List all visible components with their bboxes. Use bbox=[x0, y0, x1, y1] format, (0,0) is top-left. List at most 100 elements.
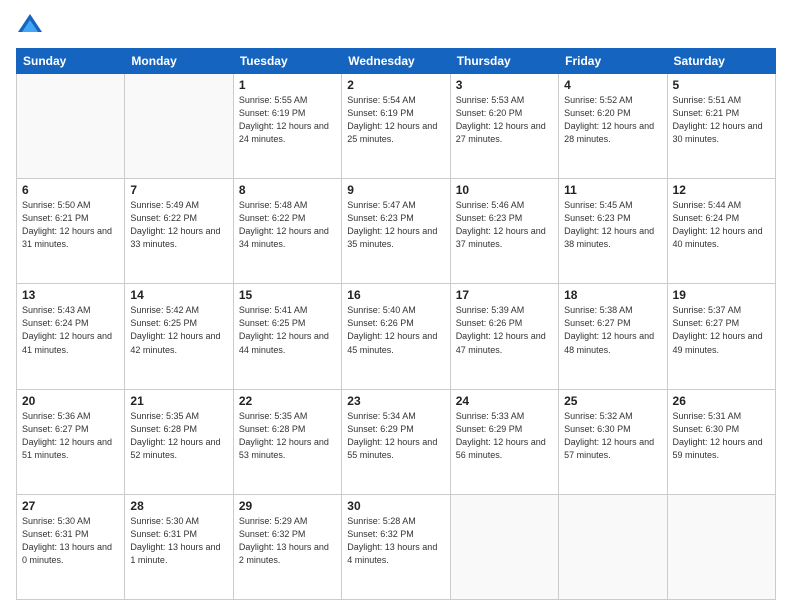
day-number: 3 bbox=[456, 78, 553, 92]
logo bbox=[16, 12, 48, 40]
day-number: 6 bbox=[22, 183, 119, 197]
day-info: Sunrise: 5:33 AMSunset: 6:29 PMDaylight:… bbox=[456, 410, 553, 462]
day-number: 14 bbox=[130, 288, 227, 302]
day-number: 18 bbox=[564, 288, 661, 302]
day-number: 24 bbox=[456, 394, 553, 408]
day-info: Sunrise: 5:30 AMSunset: 6:31 PMDaylight:… bbox=[22, 515, 119, 567]
calendar-cell: 20 Sunrise: 5:36 AMSunset: 6:27 PMDayligh… bbox=[17, 389, 125, 494]
day-info: Sunrise: 5:35 AMSunset: 6:28 PMDaylight:… bbox=[130, 410, 227, 462]
calendar-cell: 18 Sunrise: 5:38 AMSunset: 6:27 PMDayligh… bbox=[559, 284, 667, 389]
day-number: 27 bbox=[22, 499, 119, 513]
day-number: 10 bbox=[456, 183, 553, 197]
calendar-cell bbox=[559, 494, 667, 599]
day-number: 26 bbox=[673, 394, 770, 408]
day-number: 23 bbox=[347, 394, 444, 408]
calendar-cell: 13 Sunrise: 5:43 AMSunset: 6:24 PMDayligh… bbox=[17, 284, 125, 389]
week-row-5: 27 Sunrise: 5:30 AMSunset: 6:31 PMDayligh… bbox=[17, 494, 776, 599]
calendar-header-thursday: Thursday bbox=[450, 49, 558, 74]
day-number: 2 bbox=[347, 78, 444, 92]
calendar-cell: 19Sunrise: 5:37 AMSunset: 6:27 PMDayligh… bbox=[667, 284, 775, 389]
day-number: 7 bbox=[130, 183, 227, 197]
calendar-cell: 5Sunrise: 5:51 AMSunset: 6:21 PMDaylight… bbox=[667, 74, 775, 179]
day-info: Sunrise: 5:40 AMSunset: 6:26 PMDaylight:… bbox=[347, 304, 444, 356]
calendar-cell: 26 Sunrise: 5:31 AMSunset: 6:30 PMDayligh… bbox=[667, 389, 775, 494]
calendar-header-sunday: Sunday bbox=[17, 49, 125, 74]
week-row-2: 6 Sunrise: 5:50 AMSunset: 6:21 PMDaylight… bbox=[17, 179, 776, 284]
day-info: Sunrise: 5:41 AMSunset: 6:25 PMDaylight:… bbox=[239, 304, 336, 356]
day-number: 25 bbox=[564, 394, 661, 408]
day-info: Sunrise: 5:29 AMSunset: 6:32 PMDaylight:… bbox=[239, 515, 336, 567]
calendar-cell: 8 Sunrise: 5:48 AMSunset: 6:22 PMDaylight… bbox=[233, 179, 341, 284]
day-info: Sunrise: 5:50 AMSunset: 6:21 PMDaylight:… bbox=[22, 199, 119, 251]
day-info: Sunrise: 5:34 AMSunset: 6:29 PMDaylight:… bbox=[347, 410, 444, 462]
day-info: Sunrise: 5:28 AMSunset: 6:32 PMDaylight:… bbox=[347, 515, 444, 567]
calendar-cell bbox=[450, 494, 558, 599]
calendar-cell: 4 Sunrise: 5:52 AMSunset: 6:20 PMDaylight… bbox=[559, 74, 667, 179]
calendar-cell: 2 Sunrise: 5:54 AMSunset: 6:19 PMDaylight… bbox=[342, 74, 450, 179]
day-number: 29 bbox=[239, 499, 336, 513]
day-info: Sunrise: 5:55 AMSunset: 6:19 PMDaylight:… bbox=[239, 94, 336, 146]
day-info: Sunrise: 5:36 AMSunset: 6:27 PMDaylight:… bbox=[22, 410, 119, 462]
calendar-header-tuesday: Tuesday bbox=[233, 49, 341, 74]
day-info: Sunrise: 5:48 AMSunset: 6:22 PMDaylight:… bbox=[239, 199, 336, 251]
day-info: Sunrise: 5:49 AMSunset: 6:22 PMDaylight:… bbox=[130, 199, 227, 251]
calendar-header-wednesday: Wednesday bbox=[342, 49, 450, 74]
day-number: 1 bbox=[239, 78, 336, 92]
day-number: 11 bbox=[564, 183, 661, 197]
calendar-cell: 23 Sunrise: 5:34 AMSunset: 6:29 PMDayligh… bbox=[342, 389, 450, 494]
day-number: 13 bbox=[22, 288, 119, 302]
calendar-cell: 14 Sunrise: 5:42 AMSunset: 6:25 PMDayligh… bbox=[125, 284, 233, 389]
day-number: 22 bbox=[239, 394, 336, 408]
calendar-cell: 16 Sunrise: 5:40 AMSunset: 6:26 PMDayligh… bbox=[342, 284, 450, 389]
day-info: Sunrise: 5:31 AMSunset: 6:30 PMDaylight:… bbox=[673, 410, 770, 462]
calendar-cell bbox=[17, 74, 125, 179]
day-number: 28 bbox=[130, 499, 227, 513]
day-info: Sunrise: 5:46 AMSunset: 6:23 PMDaylight:… bbox=[456, 199, 553, 251]
calendar-cell bbox=[125, 74, 233, 179]
day-number: 17 bbox=[456, 288, 553, 302]
week-row-1: 1 Sunrise: 5:55 AMSunset: 6:19 PMDaylight… bbox=[17, 74, 776, 179]
day-info: Sunrise: 5:52 AMSunset: 6:20 PMDaylight:… bbox=[564, 94, 661, 146]
day-number: 9 bbox=[347, 183, 444, 197]
day-number: 20 bbox=[22, 394, 119, 408]
day-info: Sunrise: 5:44 AMSunset: 6:24 PMDaylight:… bbox=[673, 199, 770, 251]
day-info: Sunrise: 5:53 AMSunset: 6:20 PMDaylight:… bbox=[456, 94, 553, 146]
day-info: Sunrise: 5:43 AMSunset: 6:24 PMDaylight:… bbox=[22, 304, 119, 356]
calendar-cell: 27 Sunrise: 5:30 AMSunset: 6:31 PMDayligh… bbox=[17, 494, 125, 599]
day-info: Sunrise: 5:51 AMSunset: 6:21 PMDaylight:… bbox=[673, 94, 770, 146]
week-row-3: 13 Sunrise: 5:43 AMSunset: 6:24 PMDayligh… bbox=[17, 284, 776, 389]
calendar-header-monday: Monday bbox=[125, 49, 233, 74]
calendar-cell: 3 Sunrise: 5:53 AMSunset: 6:20 PMDaylight… bbox=[450, 74, 558, 179]
day-info: Sunrise: 5:54 AMSunset: 6:19 PMDaylight:… bbox=[347, 94, 444, 146]
calendar-cell: 6 Sunrise: 5:50 AMSunset: 6:21 PMDaylight… bbox=[17, 179, 125, 284]
day-number: 8 bbox=[239, 183, 336, 197]
calendar-cell: 12Sunrise: 5:44 AMSunset: 6:24 PMDayligh… bbox=[667, 179, 775, 284]
day-info: Sunrise: 5:32 AMSunset: 6:30 PMDaylight:… bbox=[564, 410, 661, 462]
day-number: 4 bbox=[564, 78, 661, 92]
day-info: Sunrise: 5:30 AMSunset: 6:31 PMDaylight:… bbox=[130, 515, 227, 567]
page: SundayMondayTuesdayWednesdayThursdayFrid… bbox=[0, 0, 792, 612]
calendar-cell: 15Sunrise: 5:41 AMSunset: 6:25 PMDayligh… bbox=[233, 284, 341, 389]
day-info: Sunrise: 5:42 AMSunset: 6:25 PMDaylight:… bbox=[130, 304, 227, 356]
day-number: 16 bbox=[347, 288, 444, 302]
calendar-cell: 25 Sunrise: 5:32 AMSunset: 6:30 PMDayligh… bbox=[559, 389, 667, 494]
calendar-cell: 1 Sunrise: 5:55 AMSunset: 6:19 PMDaylight… bbox=[233, 74, 341, 179]
day-info: Sunrise: 5:35 AMSunset: 6:28 PMDaylight:… bbox=[239, 410, 336, 462]
day-number: 19 bbox=[673, 288, 770, 302]
day-info: Sunrise: 5:39 AMSunset: 6:26 PMDaylight:… bbox=[456, 304, 553, 356]
calendar-cell: 21Sunrise: 5:35 AMSunset: 6:28 PMDayligh… bbox=[125, 389, 233, 494]
calendar-cell: 24 Sunrise: 5:33 AMSunset: 6:29 PMDayligh… bbox=[450, 389, 558, 494]
calendar-cell: 9 Sunrise: 5:47 AMSunset: 6:23 PMDaylight… bbox=[342, 179, 450, 284]
calendar-table: SundayMondayTuesdayWednesdayThursdayFrid… bbox=[16, 48, 776, 600]
calendar-cell: 30Sunrise: 5:28 AMSunset: 6:32 PMDayligh… bbox=[342, 494, 450, 599]
calendar-header-saturday: Saturday bbox=[667, 49, 775, 74]
calendar-cell: 28 Sunrise: 5:30 AMSunset: 6:31 PMDayligh… bbox=[125, 494, 233, 599]
calendar-cell: 17 Sunrise: 5:39 AMSunset: 6:26 PMDayligh… bbox=[450, 284, 558, 389]
day-info: Sunrise: 5:38 AMSunset: 6:27 PMDaylight:… bbox=[564, 304, 661, 356]
day-info: Sunrise: 5:47 AMSunset: 6:23 PMDaylight:… bbox=[347, 199, 444, 251]
calendar-header-friday: Friday bbox=[559, 49, 667, 74]
calendar-cell: 22 Sunrise: 5:35 AMSunset: 6:28 PMDayligh… bbox=[233, 389, 341, 494]
calendar-header-row: SundayMondayTuesdayWednesdayThursdayFrid… bbox=[17, 49, 776, 74]
calendar-cell: 29 Sunrise: 5:29 AMSunset: 6:32 PMDayligh… bbox=[233, 494, 341, 599]
calendar-cell bbox=[667, 494, 775, 599]
